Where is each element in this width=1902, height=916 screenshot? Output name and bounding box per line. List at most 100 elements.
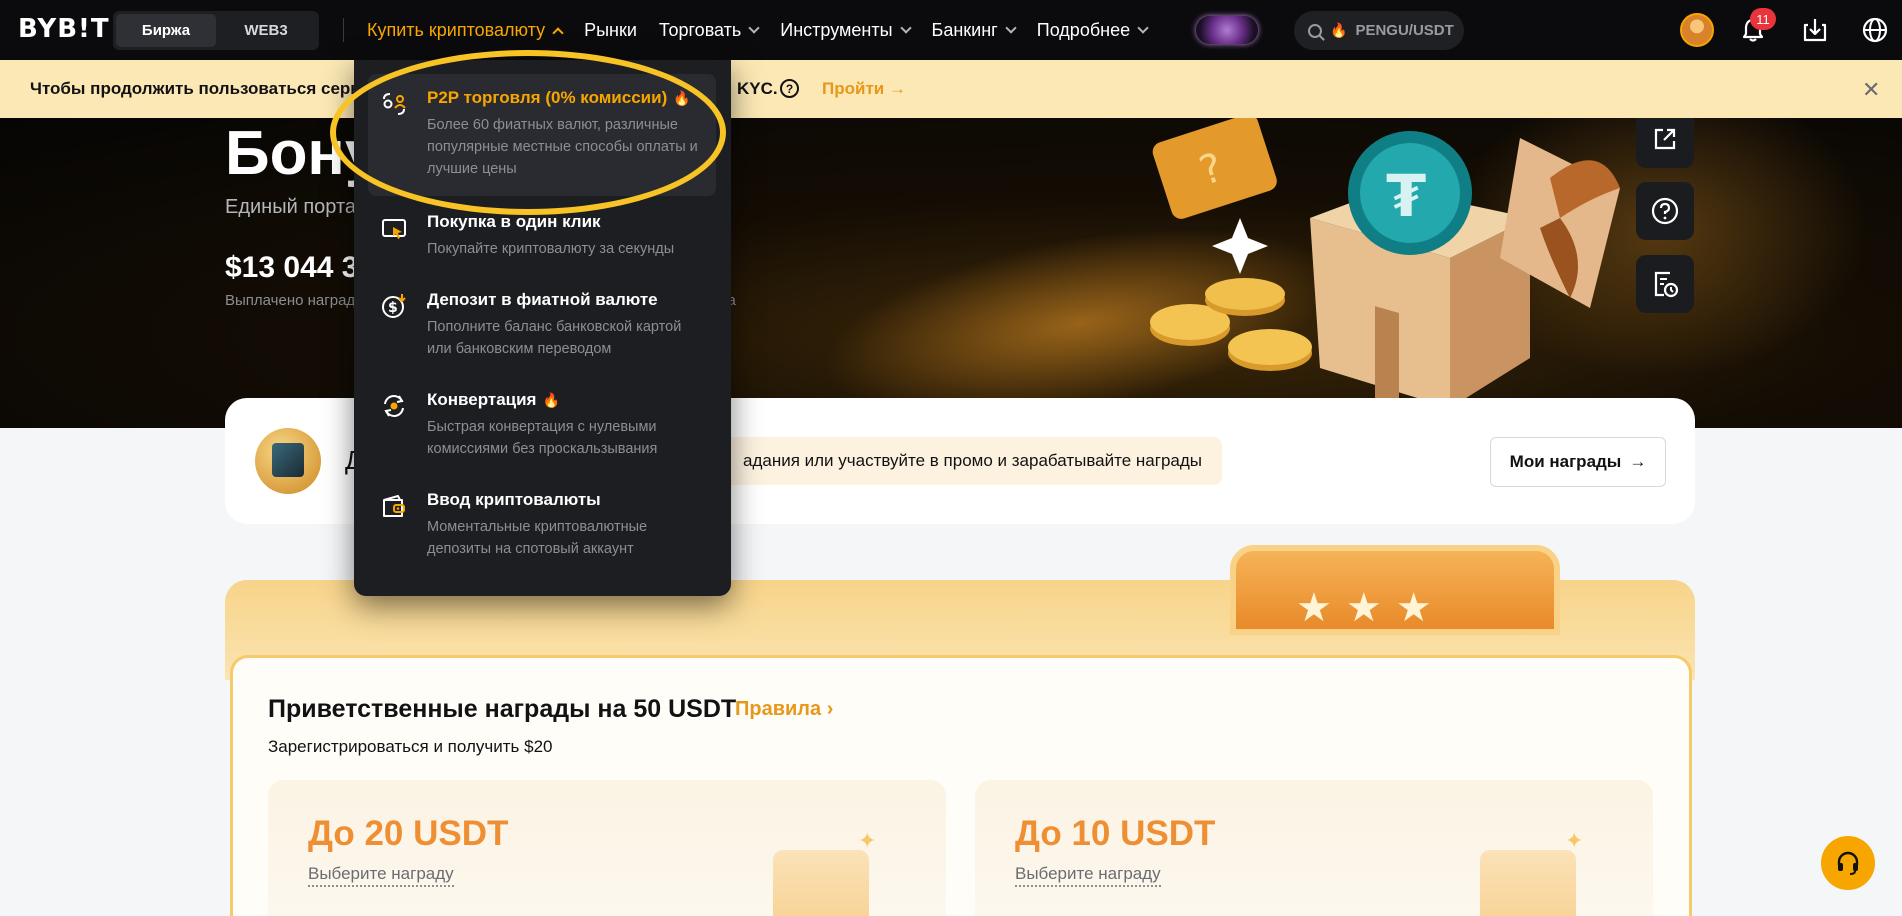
crypto-deposit-icon	[383, 495, 405, 517]
nav-banking[interactable]: Банкинг	[931, 19, 1017, 41]
menu-item-title: Покупка в один клик	[427, 212, 601, 232]
reward-amount: До 20 USDT	[308, 814, 509, 853]
promo-event-logo[interactable]	[1196, 16, 1258, 44]
menu-item-title: Ввод криптовалюты	[427, 490, 601, 510]
nav-banking-label: Банкинг	[931, 19, 998, 40]
user-avatar[interactable]	[1680, 13, 1714, 47]
fire-icon: 🔥	[542, 392, 560, 408]
kyc-message-end: KYC.	[737, 79, 778, 98]
bybit-logo[interactable]: BYB!T	[18, 14, 110, 44]
my-rewards-label: Мои награды	[1509, 452, 1622, 471]
top-navigation: BYB!T Биржа WEB3 Купить криптовалюту Рын…	[0, 0, 1902, 60]
kyc-go-label: Пройти	[822, 79, 885, 98]
chevron-up-icon	[552, 26, 564, 39]
menu-item-fiat-deposit[interactable]: $ Депозит в фиатной валюте Пополните бал…	[368, 276, 716, 372]
menu-item-title-text: Депозит в фиатной валюте	[427, 290, 658, 309]
nav-more[interactable]: Подробнее	[1036, 19, 1149, 41]
rules-link[interactable]: Правила ›	[735, 698, 833, 721]
close-icon[interactable]: ✕	[1862, 77, 1880, 103]
menu-item-description: Моментальные криптовалютные депозиты на …	[427, 519, 648, 557]
share-button[interactable]	[1636, 118, 1694, 168]
exchange-web3-toggle: Биржа WEB3	[113, 11, 319, 50]
svg-text:₮: ₮	[1386, 162, 1426, 230]
exchange-toggle-button[interactable]: Биржа	[116, 14, 216, 47]
hero-banner: Бону Единый порта $13 044 3 Выплачено на…	[0, 118, 1902, 428]
nav-trade[interactable]: Торговать	[658, 19, 760, 41]
nav-buy-crypto-label: Купить криптовалюту	[367, 19, 546, 40]
menu-item-description: Пополните баланс банковской картой или б…	[427, 319, 682, 357]
menu-item-convert[interactable]: Конвертация 🔥 Быстрая конвертация с нулев…	[368, 376, 716, 472]
notification-count-badge: 11	[1750, 8, 1776, 30]
chevron-down-icon	[1137, 22, 1149, 34]
menu-item-description: Быстрая конвертация с нулевыми комиссиям…	[427, 419, 658, 457]
welcome-subtitle: Зарегистрироваться и получить $20	[268, 737, 553, 756]
sparkle-icon: ✦	[1565, 828, 1584, 853]
menu-item-title: Депозит в фиатной валюте	[427, 290, 658, 310]
welcome-title: Приветственные награды на 50 USDT	[268, 695, 737, 723]
nav-buy-crypto[interactable]: Купить криптовалюту	[367, 19, 564, 41]
menu-item-title-text: Конвертация	[427, 390, 537, 409]
reward-amount: До 10 USDT	[1015, 814, 1216, 853]
search-icon	[1308, 23, 1322, 38]
nav-markets[interactable]: Рынки	[584, 20, 637, 41]
rewards-hint-text: адания или участвуйте в промо и зарабаты…	[743, 451, 1202, 470]
svg-text:$: $	[388, 300, 398, 316]
gift-box-illustration: ? ₮	[1150, 118, 1620, 428]
logo-text: BYB!T	[18, 14, 110, 44]
nav-more-label: Подробнее	[1036, 19, 1131, 40]
menu-item-description: Покупайте криптовалюту за секунды	[427, 241, 675, 257]
choose-reward-link[interactable]: Выберите награду	[308, 864, 454, 887]
search-bar[interactable]: 🔥 PENGU/USDT	[1294, 11, 1464, 50]
highlight-annotation	[330, 50, 726, 215]
one-click-card-icon	[382, 219, 406, 239]
rewards-hint: адания или участвуйте в промо и зарабаты…	[723, 437, 1222, 485]
search-value: PENGU/USDT	[1355, 22, 1454, 39]
nav-divider	[343, 18, 344, 42]
my-rewards-button[interactable]: Мои награды →	[1490, 437, 1666, 487]
reward-tier-card[interactable]: До 10 USDT Выберите награду ✦	[975, 780, 1653, 916]
help-button[interactable]	[1636, 182, 1694, 240]
external-link-icon	[1654, 128, 1676, 150]
support-chat-button[interactable]	[1821, 836, 1875, 890]
question-icon[interactable]: ?	[780, 79, 799, 98]
download-icon[interactable]	[1800, 15, 1830, 45]
kyc-message: Чтобы продолжить пользоваться серв	[30, 79, 361, 98]
kyc-banner: Чтобы продолжить пользоваться серв KYC. …	[0, 60, 1902, 118]
menu-item-title-text: Ввод криптовалюты	[427, 490, 601, 509]
globe-icon[interactable]	[1860, 15, 1890, 45]
stars-stage-illustration: ★★★	[1230, 545, 1560, 635]
hero-subtitle: Единый порта	[225, 196, 357, 218]
chevron-right-icon: ›	[826, 698, 834, 720]
reward-box-illustration	[773, 850, 869, 916]
nav-tools-label: Инструменты	[780, 19, 893, 40]
arrow-right-icon: →	[1629, 452, 1647, 471]
chevron-down-icon	[748, 22, 760, 34]
reward-box-illustration	[1480, 850, 1576, 916]
web3-toggle-button[interactable]: WEB3	[216, 14, 316, 47]
star-icons: ★★★	[1296, 586, 1446, 630]
document-history-icon	[1654, 271, 1679, 298]
history-button[interactable]	[1636, 255, 1694, 313]
menu-item-title-text: Покупка в один клик	[427, 212, 601, 231]
fire-icon: 🔥	[1330, 22, 1348, 38]
sparkle-icon: ✦	[858, 828, 877, 853]
nav-markets-label: Рынки	[584, 19, 637, 40]
headset-icon	[1837, 851, 1859, 875]
nav-tools[interactable]: Инструменты	[780, 19, 912, 41]
chevron-down-icon	[1005, 22, 1017, 34]
fiat-deposit-icon: $	[382, 294, 406, 318]
convert-icon	[384, 395, 404, 417]
hero-paid-label: Выплачено наград	[225, 292, 356, 309]
gift-icon	[255, 428, 321, 494]
kyc-go-link[interactable]: Пройти →	[822, 79, 906, 99]
reward-tier-card[interactable]: До 20 USDT Выберите награду ✦	[268, 780, 946, 916]
help-circle-icon	[1651, 197, 1679, 225]
chevron-down-icon	[899, 22, 912, 34]
menu-item-title: Конвертация 🔥	[427, 390, 560, 410]
choose-reward-link[interactable]: Выберите награду	[1015, 864, 1161, 887]
menu-item-crypto-deposit[interactable]: Ввод криптовалюты Моментальные криптовал…	[368, 476, 716, 572]
arrow-right-icon: →	[888, 79, 906, 98]
rules-label: Правила	[735, 698, 822, 720]
nav-trade-label: Торговать	[658, 19, 742, 40]
hero-paid-amount: $13 044 3	[225, 251, 359, 284]
